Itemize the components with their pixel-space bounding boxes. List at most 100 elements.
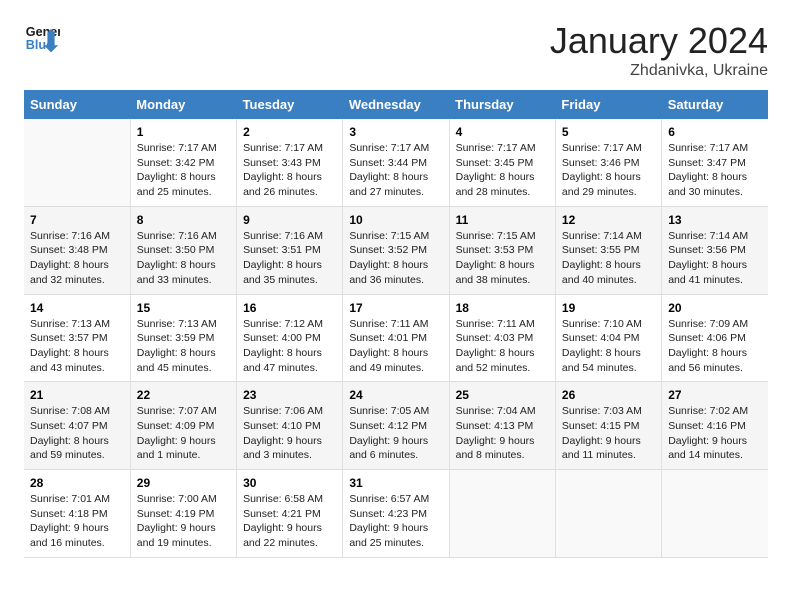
day-info: Sunrise: 7:14 AM Sunset: 3:55 PM Dayligh… [562,229,655,288]
calendar-cell: 10 Sunrise: 7:15 AM Sunset: 3:52 PM Dayli… [343,206,449,294]
calendar-cell: 20 Sunrise: 7:09 AM Sunset: 4:06 PM Dayli… [662,294,768,382]
calendar-cell: 13 Sunrise: 7:14 AM Sunset: 3:56 PM Dayli… [662,206,768,294]
day-number: 24 [349,388,442,402]
day-number: 5 [562,125,655,139]
day-number: 1 [137,125,230,139]
day-info: Sunrise: 7:14 AM Sunset: 3:56 PM Dayligh… [668,229,762,288]
calendar-cell [24,119,130,206]
calendar-cell: 24 Sunrise: 7:05 AM Sunset: 4:12 PM Dayli… [343,382,449,470]
day-number: 26 [562,388,655,402]
col-header-friday: Friday [555,90,661,119]
day-number: 6 [668,125,762,139]
calendar-cell [555,470,661,558]
day-number: 9 [243,213,336,227]
calendar-cell: 23Sunrise: 7:06 AM Sunset: 4:10 PM Dayli… [237,382,343,470]
day-number: 27 [668,388,762,402]
day-number: 14 [30,301,124,315]
day-number: 20 [668,301,762,315]
day-info: Sunrise: 7:10 AM Sunset: 4:04 PM Dayligh… [562,317,655,376]
day-number: 12 [562,213,655,227]
day-number: 3 [349,125,442,139]
day-info: Sunrise: 7:17 AM Sunset: 3:42 PM Dayligh… [137,141,230,200]
day-info: Sunrise: 7:17 AM Sunset: 3:44 PM Dayligh… [349,141,442,200]
calendar-cell: 22Sunrise: 7:07 AM Sunset: 4:09 PM Dayli… [130,382,236,470]
calendar-cell: 1 Sunrise: 7:17 AM Sunset: 3:42 PM Daylig… [130,119,236,206]
week-row-1: 1 Sunrise: 7:17 AM Sunset: 3:42 PM Daylig… [24,119,768,206]
day-info: Sunrise: 7:02 AM Sunset: 4:16 PM Dayligh… [668,404,762,463]
calendar-cell: 21 Sunrise: 7:08 AM Sunset: 4:07 PM Dayli… [24,382,130,470]
day-info: Sunrise: 7:01 AM Sunset: 4:18 PM Dayligh… [30,492,124,551]
calendar-cell: 15Sunrise: 7:13 AM Sunset: 3:59 PM Dayli… [130,294,236,382]
day-info: Sunrise: 7:03 AM Sunset: 4:15 PM Dayligh… [562,404,655,463]
calendar-cell: 12 Sunrise: 7:14 AM Sunset: 3:55 PM Dayli… [555,206,661,294]
day-number: 29 [137,476,230,490]
day-number: 2 [243,125,336,139]
day-info: Sunrise: 7:17 AM Sunset: 3:43 PM Dayligh… [243,141,336,200]
day-info: Sunrise: 7:11 AM Sunset: 4:03 PM Dayligh… [456,317,549,376]
day-number: 21 [30,388,124,402]
col-header-tuesday: Tuesday [237,90,343,119]
calendar-cell: 11 Sunrise: 7:15 AM Sunset: 3:53 PM Dayli… [449,206,555,294]
calendar-cell: 19 Sunrise: 7:10 AM Sunset: 4:04 PM Dayli… [555,294,661,382]
week-row-3: 14 Sunrise: 7:13 AM Sunset: 3:57 PM Dayli… [24,294,768,382]
day-info: Sunrise: 6:57 AM Sunset: 4:23 PM Dayligh… [349,492,442,551]
logo-icon: General Blue [24,20,60,56]
day-info: Sunrise: 7:15 AM Sunset: 3:53 PM Dayligh… [456,229,549,288]
day-info: Sunrise: 7:15 AM Sunset: 3:52 PM Dayligh… [349,229,442,288]
day-number: 30 [243,476,336,490]
calendar-cell: 28 Sunrise: 7:01 AM Sunset: 4:18 PM Dayli… [24,470,130,558]
calendar-cell: 4 Sunrise: 7:17 AM Sunset: 3:45 PM Daylig… [449,119,555,206]
day-info: Sunrise: 7:17 AM Sunset: 3:46 PM Dayligh… [562,141,655,200]
day-info: Sunrise: 7:16 AM Sunset: 3:51 PM Dayligh… [243,229,336,288]
title-block: January 2024 Zhdanivka, Ukraine [550,20,768,80]
day-number: 7 [30,213,124,227]
calendar-cell: 2 Sunrise: 7:17 AM Sunset: 3:43 PM Daylig… [237,119,343,206]
calendar-cell: 16Sunrise: 7:12 AM Sunset: 4:00 PM Dayli… [237,294,343,382]
day-number: 31 [349,476,442,490]
calendar-header-row: SundayMondayTuesdayWednesdayThursdayFrid… [24,90,768,119]
calendar-cell: 14 Sunrise: 7:13 AM Sunset: 3:57 PM Dayli… [24,294,130,382]
calendar-cell: 31 Sunrise: 6:57 AM Sunset: 4:23 PM Dayli… [343,470,449,558]
calendar-cell: 9 Sunrise: 7:16 AM Sunset: 3:51 PM Daylig… [237,206,343,294]
day-number: 19 [562,301,655,315]
week-row-5: 28 Sunrise: 7:01 AM Sunset: 4:18 PM Dayli… [24,470,768,558]
col-header-sunday: Sunday [24,90,130,119]
calendar-cell: 18Sunrise: 7:11 AM Sunset: 4:03 PM Dayli… [449,294,555,382]
calendar-cell: 29 Sunrise: 7:00 AM Sunset: 4:19 PM Dayli… [130,470,236,558]
day-number: 28 [30,476,124,490]
day-info: Sunrise: 7:06 AM Sunset: 4:10 PM Dayligh… [243,404,336,463]
day-info: Sunrise: 7:17 AM Sunset: 3:47 PM Dayligh… [668,141,762,200]
day-info: Sunrise: 7:08 AM Sunset: 4:07 PM Dayligh… [30,404,124,463]
day-info: Sunrise: 7:00 AM Sunset: 4:19 PM Dayligh… [137,492,230,551]
day-number: 8 [137,213,230,227]
page-subtitle: Zhdanivka, Ukraine [550,62,768,80]
calendar-cell [449,470,555,558]
day-number: 4 [456,125,549,139]
calendar-table: SundayMondayTuesdayWednesdayThursdayFrid… [24,90,768,558]
col-header-monday: Monday [130,90,236,119]
day-info: Sunrise: 7:11 AM Sunset: 4:01 PM Dayligh… [349,317,442,376]
calendar-cell: 8Sunrise: 7:16 AM Sunset: 3:50 PM Daylig… [130,206,236,294]
day-number: 11 [456,213,549,227]
calendar-cell: 25Sunrise: 7:04 AM Sunset: 4:13 PM Dayli… [449,382,555,470]
col-header-thursday: Thursday [449,90,555,119]
day-info: Sunrise: 7:17 AM Sunset: 3:45 PM Dayligh… [456,141,549,200]
calendar-cell [662,470,768,558]
calendar-cell: 26 Sunrise: 7:03 AM Sunset: 4:15 PM Dayli… [555,382,661,470]
day-number: 13 [668,213,762,227]
week-row-2: 7Sunrise: 7:16 AM Sunset: 3:48 PM Daylig… [24,206,768,294]
day-info: Sunrise: 7:04 AM Sunset: 4:13 PM Dayligh… [456,404,549,463]
calendar-cell: 17 Sunrise: 7:11 AM Sunset: 4:01 PM Dayli… [343,294,449,382]
day-info: Sunrise: 7:13 AM Sunset: 3:57 PM Dayligh… [30,317,124,376]
page-header: General Blue January 2024 Zhdanivka, Ukr… [24,20,768,80]
day-info: Sunrise: 7:13 AM Sunset: 3:59 PM Dayligh… [137,317,230,376]
day-number: 10 [349,213,442,227]
day-number: 17 [349,301,442,315]
day-info: Sunrise: 7:09 AM Sunset: 4:06 PM Dayligh… [668,317,762,376]
calendar-cell: 27 Sunrise: 7:02 AM Sunset: 4:16 PM Dayli… [662,382,768,470]
page-title: January 2024 [550,20,768,62]
day-info: Sunrise: 6:58 AM Sunset: 4:21 PM Dayligh… [243,492,336,551]
day-info: Sunrise: 7:05 AM Sunset: 4:12 PM Dayligh… [349,404,442,463]
day-number: 16 [243,301,336,315]
calendar-cell: 30 Sunrise: 6:58 AM Sunset: 4:21 PM Dayli… [237,470,343,558]
